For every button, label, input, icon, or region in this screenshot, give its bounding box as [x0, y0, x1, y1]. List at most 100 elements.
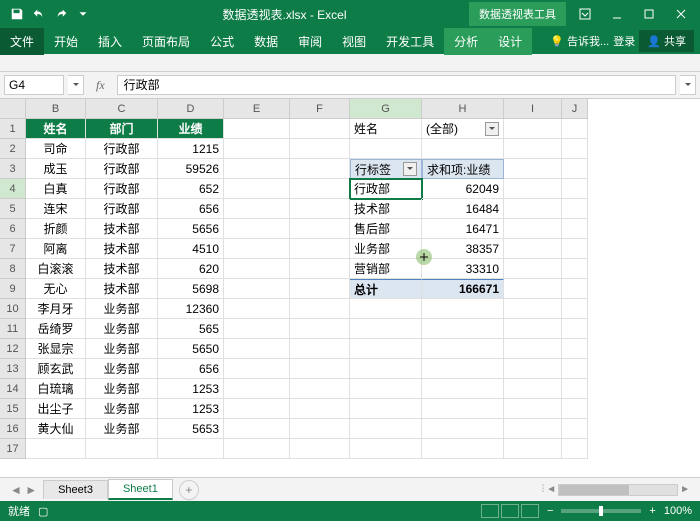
row-header[interactable]: 5: [0, 199, 26, 219]
cell[interactable]: [290, 339, 350, 359]
cell[interactable]: [422, 399, 504, 419]
pivot-row-label[interactable]: 行标签: [350, 159, 422, 179]
cell[interactable]: [504, 239, 562, 259]
cell[interactable]: [350, 359, 422, 379]
cell[interactable]: [504, 159, 562, 179]
cell[interactable]: [290, 439, 350, 459]
cell[interactable]: [290, 279, 350, 299]
data-name-cell[interactable]: 折颜: [26, 219, 86, 239]
tab-formula[interactable]: 公式: [200, 28, 244, 55]
data-dept-cell[interactable]: 行政部: [86, 179, 158, 199]
name-box[interactable]: G4: [4, 75, 64, 95]
cell[interactable]: [504, 319, 562, 339]
formula-input[interactable]: 行政部: [117, 75, 676, 95]
cell[interactable]: [562, 179, 588, 199]
cell[interactable]: [224, 339, 290, 359]
cell[interactable]: [290, 419, 350, 439]
header-perf[interactable]: 业绩: [158, 119, 224, 139]
data-perf-cell[interactable]: 565: [158, 319, 224, 339]
cell[interactable]: [562, 239, 588, 259]
save-icon[interactable]: [8, 5, 26, 23]
cell[interactable]: [224, 139, 290, 159]
data-perf-cell[interactable]: 59526: [158, 159, 224, 179]
data-name-cell[interactable]: 李月牙: [26, 299, 86, 319]
cell[interactable]: [504, 259, 562, 279]
cell[interactable]: [562, 259, 588, 279]
cell[interactable]: [290, 199, 350, 219]
zoom-slider[interactable]: [561, 509, 641, 513]
undo-icon[interactable]: [30, 5, 48, 23]
cell[interactable]: [224, 239, 290, 259]
cell[interactable]: [224, 439, 290, 459]
data-name-cell[interactable]: 岳绮罗: [26, 319, 86, 339]
maximize-icon[interactable]: [634, 4, 664, 24]
pivot-row-key[interactable]: 行政部: [350, 179, 422, 199]
data-name-cell[interactable]: 司命: [26, 139, 86, 159]
cell[interactable]: [224, 419, 290, 439]
cell[interactable]: [504, 419, 562, 439]
cell[interactable]: [504, 379, 562, 399]
row-header[interactable]: 14: [0, 379, 26, 399]
cell[interactable]: [224, 159, 290, 179]
row-header[interactable]: 13: [0, 359, 26, 379]
data-perf-cell[interactable]: 1215: [158, 139, 224, 159]
cell[interactable]: [224, 259, 290, 279]
cell[interactable]: [422, 139, 504, 159]
cell[interactable]: [350, 139, 422, 159]
cell[interactable]: [422, 439, 504, 459]
qat-dropdown-icon[interactable]: [74, 5, 92, 23]
pivot-row-val[interactable]: 38357: [422, 239, 504, 259]
cell[interactable]: [504, 219, 562, 239]
cell[interactable]: [350, 399, 422, 419]
scroll-split-icon[interactable]: ⫶: [542, 484, 545, 495]
pivot-total-val[interactable]: 166671: [422, 279, 504, 299]
cell[interactable]: [290, 399, 350, 419]
fx-icon[interactable]: fx: [88, 78, 113, 93]
row-header[interactable]: 8: [0, 259, 26, 279]
cell[interactable]: [224, 279, 290, 299]
row-header[interactable]: 9: [0, 279, 26, 299]
cell[interactable]: [224, 119, 290, 139]
col-header-D[interactable]: D: [158, 99, 224, 119]
col-header-C[interactable]: C: [86, 99, 158, 119]
col-header-E[interactable]: E: [224, 99, 290, 119]
sheet-tab-sheet3[interactable]: Sheet3: [43, 480, 108, 499]
data-dept-cell[interactable]: 业务部: [86, 399, 158, 419]
cell[interactable]: [290, 159, 350, 179]
tab-file[interactable]: 文件: [0, 28, 44, 55]
data-name-cell[interactable]: 出尘子: [26, 399, 86, 419]
zoom-out-icon[interactable]: −: [547, 505, 553, 517]
data-dept-cell[interactable]: 业务部: [86, 379, 158, 399]
cell[interactable]: [26, 439, 86, 459]
data-name-cell[interactable]: 连宋: [26, 199, 86, 219]
data-perf-cell[interactable]: 1253: [158, 379, 224, 399]
cell[interactable]: [562, 399, 588, 419]
cell[interactable]: [290, 139, 350, 159]
cell[interactable]: [504, 179, 562, 199]
redo-icon[interactable]: [52, 5, 70, 23]
cell[interactable]: [562, 319, 588, 339]
cell[interactable]: [224, 359, 290, 379]
cell[interactable]: [562, 199, 588, 219]
cell[interactable]: [290, 219, 350, 239]
cell[interactable]: [224, 179, 290, 199]
data-dept-cell[interactable]: 技术部: [86, 219, 158, 239]
login-link[interactable]: 登录: [613, 33, 635, 49]
data-name-cell[interactable]: 黄大仙: [26, 419, 86, 439]
data-name-cell[interactable]: 白真: [26, 179, 86, 199]
data-perf-cell[interactable]: 1253: [158, 399, 224, 419]
cell[interactable]: [350, 299, 422, 319]
data-name-cell[interactable]: 白滚滚: [26, 259, 86, 279]
data-dept-cell[interactable]: 业务部: [86, 359, 158, 379]
cell[interactable]: [504, 359, 562, 379]
tab-analyze[interactable]: 分析: [444, 28, 488, 55]
cell[interactable]: [290, 319, 350, 339]
pivot-page-value[interactable]: (全部): [422, 119, 504, 139]
cell[interactable]: [422, 419, 504, 439]
pivot-row-key[interactable]: 业务部: [350, 239, 422, 259]
tab-dev[interactable]: 开发工具: [376, 28, 444, 55]
tab-view[interactable]: 视图: [332, 28, 376, 55]
data-dept-cell[interactable]: 技术部: [86, 259, 158, 279]
data-dept-cell[interactable]: 技术部: [86, 239, 158, 259]
data-dept-cell[interactable]: 行政部: [86, 139, 158, 159]
